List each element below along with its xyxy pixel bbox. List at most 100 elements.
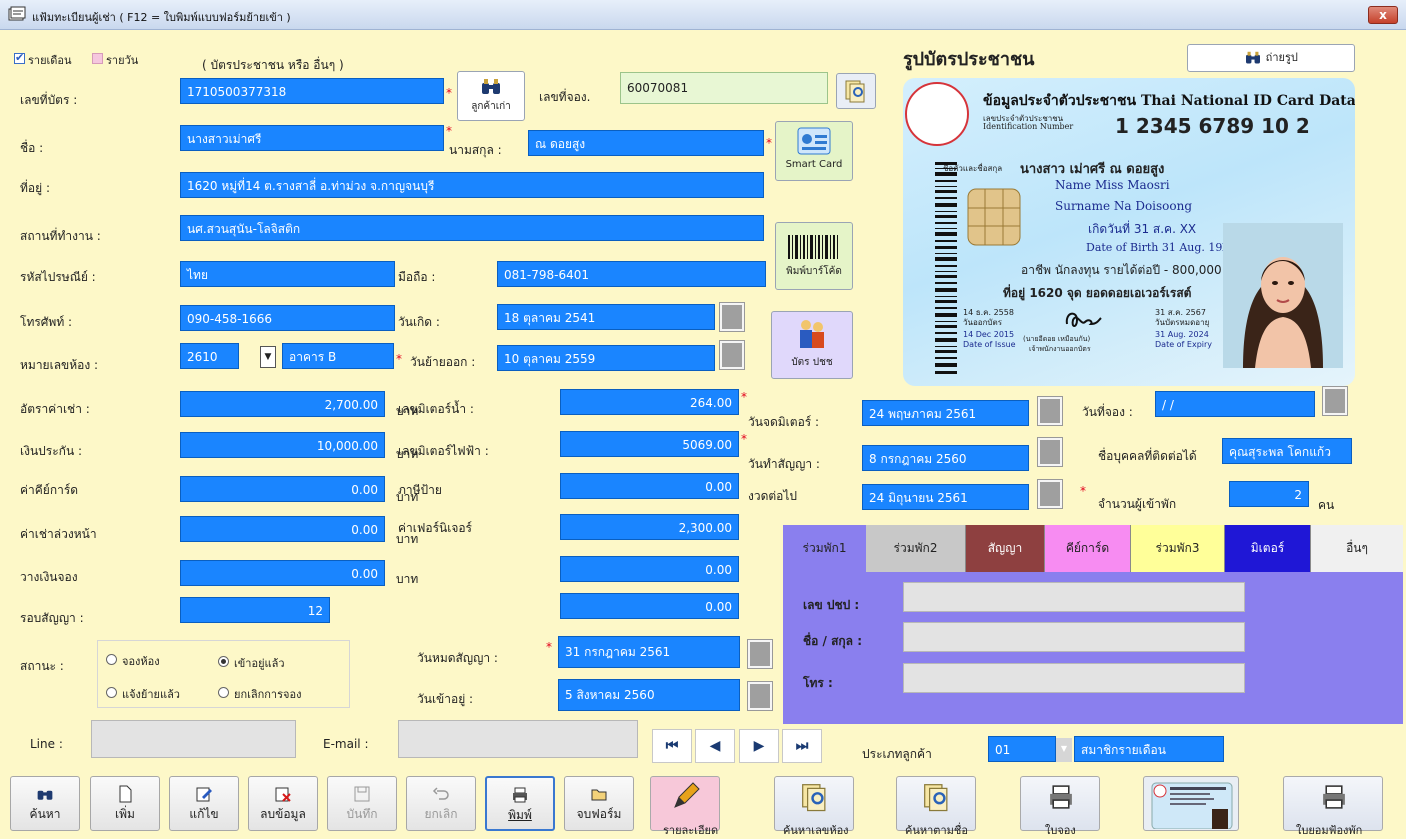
- deposit-field[interactable]: 10,000.00: [180, 432, 385, 458]
- status-radio-moveout[interactable]: [106, 687, 117, 698]
- booking-deposit-field[interactable]: 0.00: [180, 560, 385, 586]
- tab-contract[interactable]: สัญญา: [966, 525, 1045, 572]
- water-meter-field[interactable]: 264.00: [560, 389, 739, 415]
- elec-meter-field[interactable]: 5069.00: [560, 431, 739, 457]
- contract-end-picker[interactable]: [747, 639, 773, 669]
- extra-field-2[interactable]: 0.00: [560, 593, 739, 619]
- next-period-picker[interactable]: [1037, 479, 1063, 509]
- advance-field[interactable]: 0.00: [180, 516, 385, 542]
- moveout-date-picker[interactable]: [719, 340, 745, 370]
- id-card-address: ที่อยู่ 1620 จุด ยอดดอยเอเวอร์เรสต์: [1003, 286, 1192, 300]
- close-button[interactable]: x: [1368, 6, 1398, 24]
- extra-field-1[interactable]: 0.00: [560, 556, 739, 582]
- delete-button[interactable]: ลบข้อมูล: [248, 776, 318, 831]
- line-field[interactable]: [91, 720, 296, 758]
- print-label: พิมพ์: [508, 808, 532, 822]
- details-button[interactable]: รายละเอียด: [650, 776, 720, 837]
- customer-type-code[interactable]: 01: [988, 736, 1056, 762]
- book-date-picker[interactable]: [1322, 386, 1348, 416]
- search-name-button[interactable]: ค้นหาตามชื่อ: [896, 776, 976, 837]
- monthly-checkbox[interactable]: [14, 51, 25, 64]
- tab-keycard[interactable]: คีย์การ์ด: [1045, 525, 1131, 572]
- id-card-button[interactable]: บัตร ปชช: [771, 311, 853, 379]
- rent-field[interactable]: 2,700.00: [180, 391, 385, 417]
- furniture-field[interactable]: 2,300.00: [560, 514, 739, 540]
- last-record-button[interactable]: ⏭: [782, 729, 822, 763]
- status-radio-movedin[interactable]: [218, 656, 229, 667]
- take-photo-button[interactable]: ถ่ายรูป: [1187, 44, 1355, 72]
- tab-meter[interactable]: มิเตอร์: [1225, 525, 1311, 572]
- contact-field[interactable]: คุณสุระพล โคกแก้ว: [1222, 438, 1352, 464]
- birth-date-picker[interactable]: [719, 302, 745, 332]
- print-button[interactable]: พิมพ์: [485, 776, 555, 831]
- postal-field[interactable]: ไทย: [180, 261, 395, 287]
- meter-date-field[interactable]: 24 พฤษภาคม 2561: [862, 400, 1029, 426]
- print-form-button[interactable]: จบฟอร์ม: [564, 776, 634, 831]
- id-card-scan-button[interactable]: [1143, 776, 1239, 831]
- next-period-field[interactable]: 24 มิถุนายน 2561: [862, 484, 1029, 510]
- customer-type-dropdown[interactable]: ▼: [1056, 738, 1072, 762]
- contract-end-field[interactable]: 31 กรกฎาคม 2561: [558, 636, 740, 668]
- smartcard-button[interactable]: Smart Card: [775, 121, 853, 181]
- tab-name-label: ชื่อ / สกุล :: [803, 634, 863, 648]
- save-button[interactable]: บันทึก: [327, 776, 397, 831]
- contract-date-field[interactable]: 8 กรกฎาคม 2560: [862, 445, 1029, 471]
- next-record-button[interactable]: ▶: [739, 729, 779, 763]
- tab-roommate-3[interactable]: ร่วมพัก3: [1131, 525, 1225, 572]
- print-form-label: จบฟอร์ม: [576, 807, 622, 821]
- id-card-dob-th: เกิดวันที่ 31 ส.ค. XX: [1088, 222, 1197, 236]
- edit-button[interactable]: แก้ไข: [169, 776, 239, 831]
- printer-icon: [1050, 785, 1072, 809]
- booking-print-button[interactable]: ใบจอง: [1020, 776, 1100, 837]
- tab-roommate-1[interactable]: ร่วมพัก1: [783, 525, 866, 572]
- email-field[interactable]: [398, 720, 638, 758]
- tab-others[interactable]: อื่นๆ: [1311, 525, 1403, 572]
- old-customer-button[interactable]: ลูกค้าเก่า: [457, 71, 525, 121]
- print-move-form-button[interactable]: ใบยอมฟ้องพัก: [1283, 776, 1383, 837]
- elec-meter-label: เลขมิเตอร์ไฟฟ้า :: [398, 444, 489, 458]
- roommate-id-field[interactable]: [903, 582, 1245, 612]
- birth-date-field[interactable]: 18 ตุลาคม 2541: [497, 304, 715, 330]
- tab-roommate-2[interactable]: ร่วมพัก2: [866, 525, 966, 572]
- status-radio-cancel[interactable]: [218, 687, 229, 698]
- movein-date-field[interactable]: 5 สิงหาคม 2560: [558, 679, 740, 711]
- occupants-field[interactable]: 2: [1229, 481, 1309, 507]
- phone-field[interactable]: 090-458-1666: [180, 305, 395, 331]
- roommate-tel-field[interactable]: [903, 663, 1245, 693]
- address-field[interactable]: 1620 หมู่ที่14 ต.รางสาลี่ อ.ท่าม่วง จ.กา…: [180, 172, 764, 198]
- customer-type-field[interactable]: สมาชิกรายเดือน: [1074, 736, 1224, 762]
- roommate-name-field[interactable]: [903, 622, 1245, 652]
- cycle-field[interactable]: 12: [180, 597, 330, 623]
- first-record-button[interactable]: ⏮: [652, 729, 692, 763]
- pencil-icon: [674, 782, 700, 808]
- name-field[interactable]: นางสาวเม่าศรี: [180, 125, 444, 151]
- booking-search-button[interactable]: [836, 73, 876, 109]
- book-date-field[interactable]: / /: [1155, 391, 1315, 417]
- moveout-date-field[interactable]: 10 ตุลาคม 2559: [497, 345, 715, 371]
- id-hint-label: ( บัตรประชาชน หรือ อื่นๆ ): [202, 58, 344, 72]
- workplace-field[interactable]: นศ.สวนสุนัน-โลจิสติก: [180, 215, 764, 241]
- surname-field[interactable]: ณ ดอยสูง: [528, 130, 764, 156]
- room-dropdown-button[interactable]: ▼: [260, 346, 276, 368]
- daily-checkbox[interactable]: [92, 53, 103, 64]
- cycle-label: รอบสัญญา :: [20, 611, 84, 625]
- booking-label: เลขที่จอง.: [539, 90, 591, 104]
- mobile-field[interactable]: 081-798-6401: [497, 261, 766, 287]
- status-radio-booked[interactable]: [106, 654, 117, 665]
- booking-field[interactable]: 60070081: [620, 72, 828, 104]
- add-button[interactable]: เพิ่ม: [90, 776, 160, 831]
- sign-tax-field[interactable]: 0.00: [560, 473, 739, 499]
- id-field[interactable]: 1710500377318: [180, 78, 444, 104]
- keycard-field[interactable]: 0.00: [180, 476, 385, 502]
- prev-record-button[interactable]: ◀: [695, 729, 735, 763]
- movein-date-picker[interactable]: [747, 681, 773, 711]
- cancel-button[interactable]: ยกเลิก: [406, 776, 476, 831]
- search-button[interactable]: ค้นหา: [10, 776, 80, 831]
- barcode-button[interactable]: พิมพ์บาร์โค้ด: [775, 222, 853, 290]
- meter-date-picker[interactable]: [1037, 396, 1063, 426]
- search-room-button[interactable]: ค้นหาเลขห้อง: [774, 776, 854, 837]
- contract-date-picker[interactable]: [1037, 437, 1063, 467]
- building-field[interactable]: อาคาร B: [282, 343, 394, 369]
- room-field[interactable]: 2610: [180, 343, 239, 369]
- required-mark: *: [741, 432, 747, 446]
